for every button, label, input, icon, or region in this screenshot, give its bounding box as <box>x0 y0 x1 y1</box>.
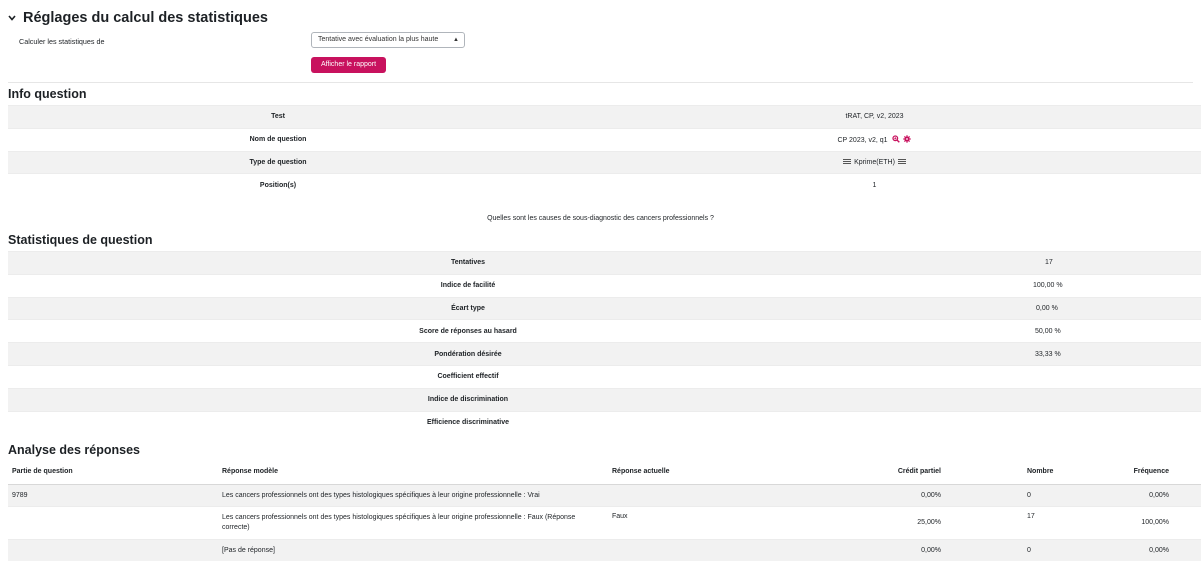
settings-title: Réglages du calcul des statistiques <box>23 10 268 26</box>
stats-value <box>928 387 1201 412</box>
attempt-select[interactable]: Tentative avec évaluation la plus haute … <box>311 32 465 48</box>
info-value-test: tRAT, CP, v2, 2023 <box>548 105 1201 129</box>
count-cell: 0 <box>973 483 1073 506</box>
show-report-button[interactable]: Afficher le rapport <box>311 57 386 73</box>
stats-label: Indice de discrimination <box>8 387 928 412</box>
select-arrows-icon: ▲ <box>453 37 459 43</box>
frequency-cell: 0,00% <box>1073 538 1201 561</box>
stats-label: Indice de facilité <box>8 273 928 298</box>
question-type-value: Kprime(ETH) <box>854 158 895 166</box>
stats-value <box>928 410 1201 434</box>
statistics-of-label: Calculer les statistiques de <box>19 37 105 46</box>
info-row: Position(s) 1 <box>8 173 1201 197</box>
info-row: Nom de question CP 2023, v2, q1 <box>8 127 1201 152</box>
stats-row: Coefficient effectif <box>8 364 1201 389</box>
chevron-down-icon[interactable] <box>8 13 16 24</box>
col-header: Nombre <box>973 460 1073 485</box>
actual-answer-cell <box>608 538 803 561</box>
magnifier-icon[interactable] <box>891 135 900 145</box>
stats-row: Efficience discriminative <box>8 410 1201 434</box>
table-header-row: Partie de question Réponse modèle Répons… <box>8 460 1201 485</box>
lines-icon <box>897 159 906 166</box>
info-label-test: Test <box>8 105 548 129</box>
stats-value: 17 <box>928 251 1201 275</box>
model-answer-cell: Les cancers professionnels ont des types… <box>218 483 608 506</box>
count-cell: 17 <box>973 505 1073 539</box>
info-value-positions: 1 <box>548 173 1201 197</box>
frequency-cell: 100,00% <box>1073 505 1201 539</box>
info-label-question-name: Nom de question <box>8 127 548 152</box>
question-stats-title: Statistiques de question <box>8 233 153 247</box>
model-answer-cell: [Pas de réponse] <box>218 538 608 561</box>
stats-row: Score de réponses au hasard 50,00 % <box>8 319 1201 343</box>
settings-header[interactable]: Réglages du calcul des statistiques <box>8 10 268 26</box>
attempt-select-value: Tentative avec évaluation la plus haute <box>318 36 439 43</box>
question-text: Quelles sont les causes de sous-diagnost… <box>487 215 714 222</box>
response-analysis-title: Analyse des réponses <box>8 443 141 457</box>
col-header: Réponse modèle <box>218 460 608 485</box>
stats-label: Tentatives <box>8 251 928 275</box>
stats-label: Score de réponses au hasard <box>8 319 928 343</box>
stats-row: Indice de facilité 100,00 % <box>8 273 1201 298</box>
stats-value: 0,00 % <box>928 296 1201 320</box>
divider <box>8 82 1193 83</box>
partial-credit-cell: 0,00% <box>803 483 973 506</box>
info-question-title: Info question <box>8 87 87 101</box>
info-row: Type de question Kprime(ETH) <box>8 150 1201 174</box>
info-value-question-type-cell: Kprime(ETH) <box>548 150 1201 174</box>
stats-value: 33,33 % <box>928 342 1201 366</box>
stats-row: Indice de discrimination <box>8 387 1201 412</box>
stats-label: Pondération désirée <box>8 342 928 366</box>
table-row: [Pas de réponse] 0,00% 0 0,00% <box>8 538 1201 561</box>
stats-label: Efficience discriminative <box>8 410 928 434</box>
response-table: Partie de question Réponse modèle Répons… <box>8 460 1201 561</box>
stats-label: Coefficient effectif <box>8 364 928 389</box>
col-header: Partie de question <box>8 460 218 485</box>
table-row: Les cancers professionnels ont des types… <box>8 505 1201 539</box>
lines-icon <box>843 159 852 166</box>
table-row: 9789 Les cancers professionnels ont des … <box>8 483 1201 506</box>
count-cell: 0 <box>973 538 1073 561</box>
info-label-positions: Position(s) <box>8 173 548 197</box>
gear-icon[interactable] <box>903 134 912 145</box>
actual-answer-cell: Faux <box>608 505 803 539</box>
partial-credit-cell: 25,00% <box>803 505 973 539</box>
stats-value <box>928 364 1201 389</box>
stats-row: Pondération désirée 33,33 % <box>8 342 1201 366</box>
info-table: Test tRAT, CP, v2, 2023 Nom de question … <box>8 105 1201 197</box>
stats-table: Tentatives 17 Indice de facilité 100,00 … <box>8 251 1201 434</box>
actual-answer-cell <box>608 483 803 506</box>
stats-row: Écart type 0,00 % <box>8 296 1201 320</box>
info-value-question-name-cell: CP 2023, v2, q1 <box>548 127 1201 152</box>
info-row: Test tRAT, CP, v2, 2023 <box>8 105 1201 129</box>
col-header: Réponse actuelle <box>608 460 803 485</box>
frequency-cell: 0,00% <box>1073 483 1201 506</box>
stats-row: Tentatives 17 <box>8 251 1201 275</box>
part-cell <box>8 505 218 539</box>
stats-value: 100,00 % <box>928 273 1201 298</box>
part-cell: 9789 <box>8 483 218 506</box>
stats-label: Écart type <box>8 296 928 320</box>
model-answer-cell: Les cancers professionnels ont des types… <box>218 505 608 539</box>
col-header: Crédit partiel <box>803 460 973 485</box>
part-cell <box>8 538 218 561</box>
partial-credit-cell: 0,00% <box>803 538 973 561</box>
question-name-value: CP 2023, v2, q1 <box>837 136 888 144</box>
info-label-question-type: Type de question <box>8 150 548 174</box>
stats-value: 50,00 % <box>928 319 1201 343</box>
col-header: Fréquence <box>1073 460 1201 485</box>
